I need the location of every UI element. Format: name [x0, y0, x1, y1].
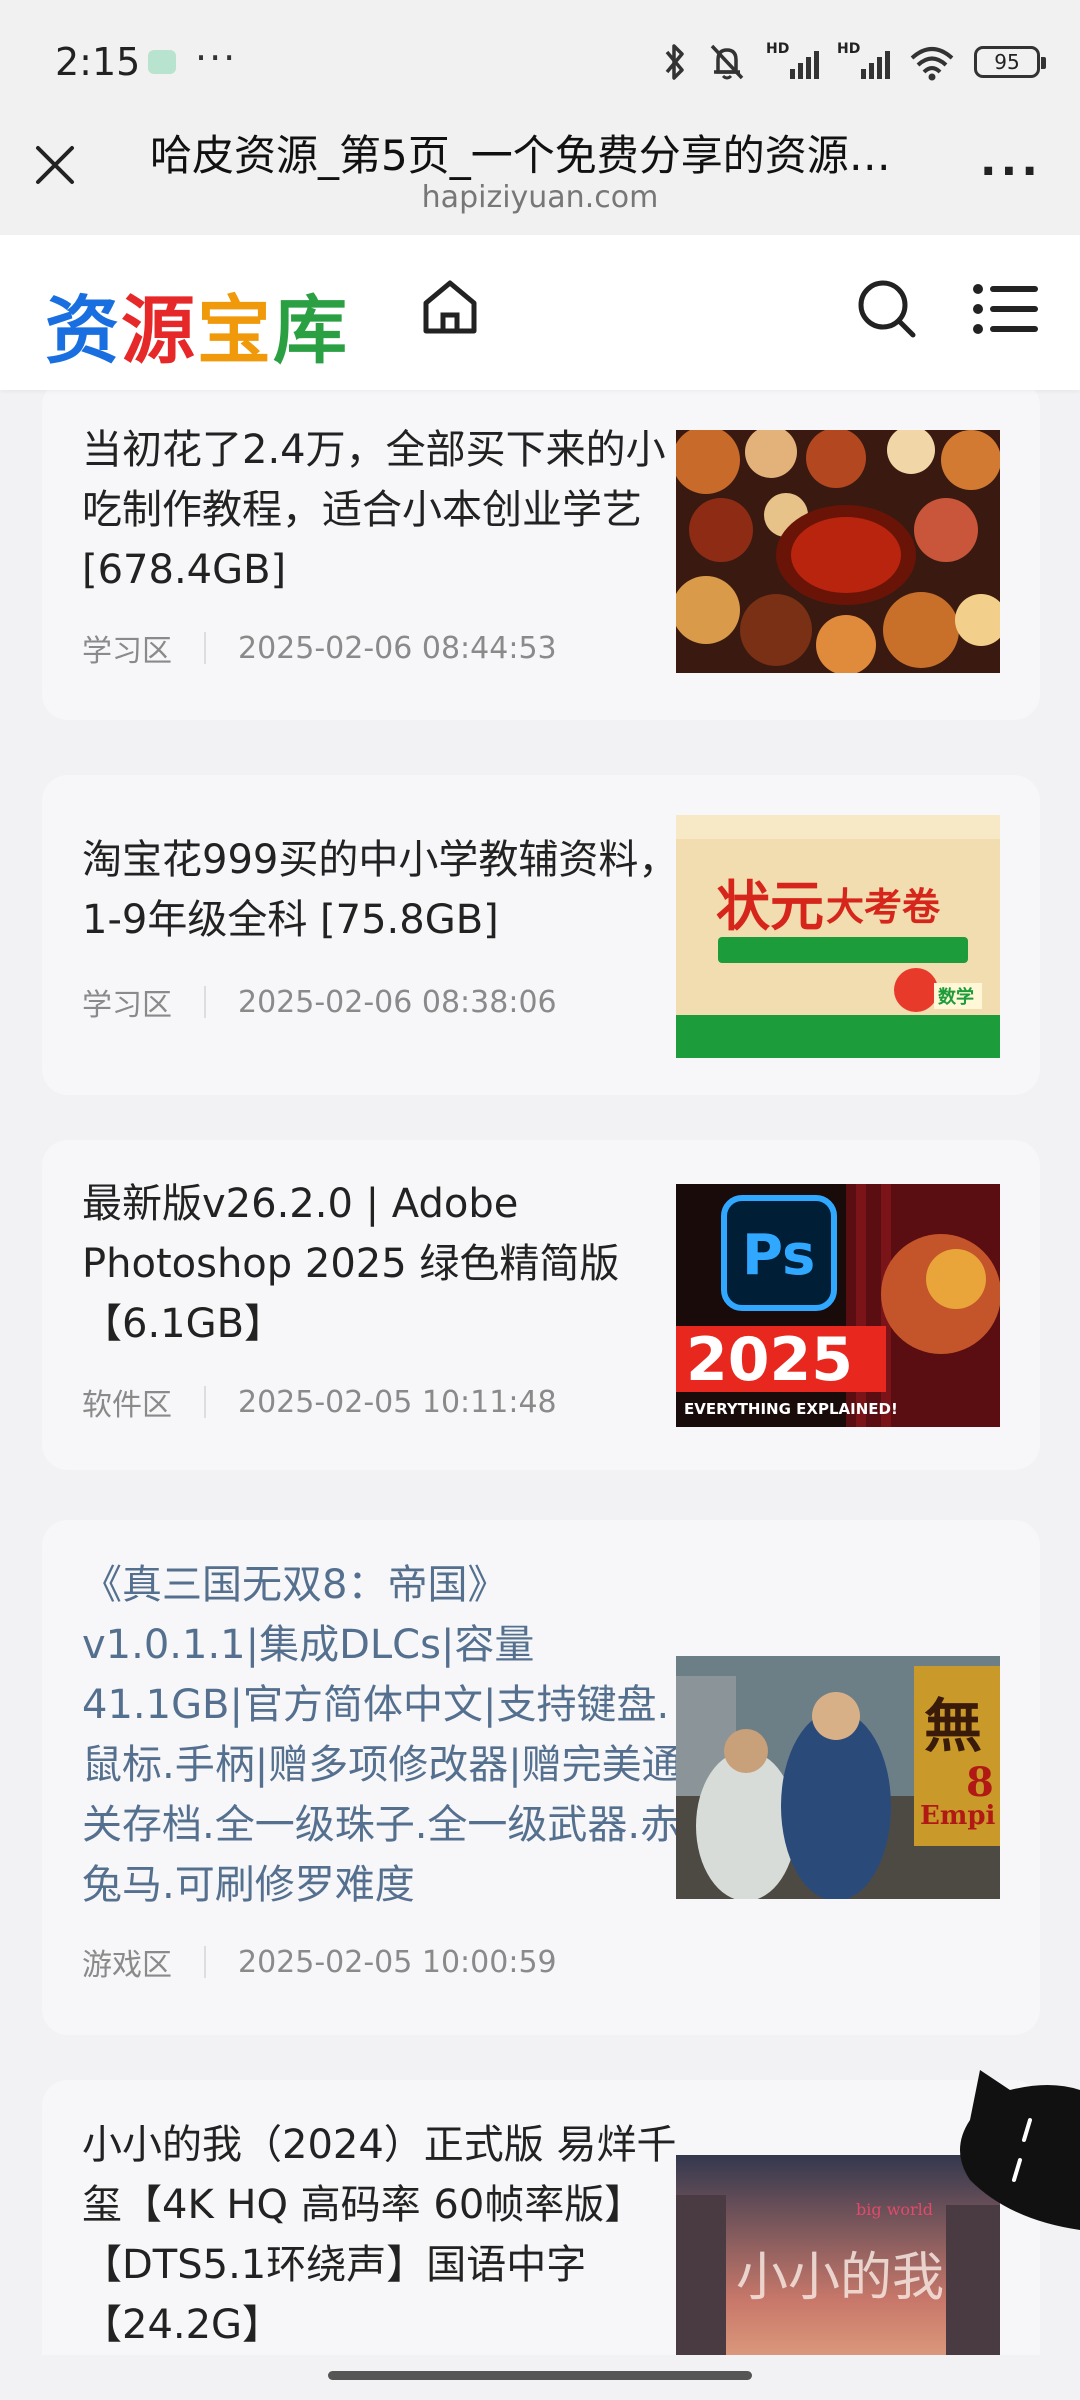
post-card[interactable]: 小小的我（2024）正式版 易烊千玺【4K HQ 高码率 60帧率版】【DTS5… [42, 2080, 1040, 2355]
post-card[interactable]: 《真三国无双8：帝国》v1.0.1.1|集成DLCs|容量41.1GB|官方简体… [42, 1520, 1040, 2035]
post-title[interactable]: 当初花了2.4万，全部买下来的小吃制作教程，适合小本创业学艺 [678.4GB] [82, 420, 682, 600]
post-category[interactable]: 软件区 [82, 1380, 172, 1424]
floating-cat-mascot-icon[interactable] [950, 2050, 1080, 2230]
post-meta: 学习区 2025-02-06 08:38:06 [82, 980, 557, 1024]
logo-char: 库 [273, 288, 349, 374]
post-card[interactable]: 最新版v26.2.0 | Adobe Photoshop 2025 绿色精简版【… [42, 1140, 1040, 1470]
browser-header: 哈皮资源_第5页_一个免费分享的资源网站 hapiziyuan.com ··· [0, 120, 1080, 235]
meta-divider [204, 632, 206, 664]
cover-subtitle: 大考卷 [826, 885, 941, 929]
signal-1-icon: HD [766, 41, 819, 79]
post-date: 2025-02-05 10:11:48 [238, 1384, 557, 1420]
movie-subtitle-text: big world [856, 2200, 933, 2219]
cover-subject: 数学 [938, 986, 974, 1008]
year-text: 2025 [686, 1325, 853, 1395]
browser-more-button[interactable]: ··· [980, 146, 1042, 197]
post-title[interactable]: 最新版v26.2.0 | Adobe Photoshop 2025 绿色精简版【… [82, 1174, 682, 1354]
post-date: 2025-02-05 10:00:59 [238, 1944, 557, 1980]
post-title[interactable]: 淘宝花999买的中小学教辅资料，1-9年级全科 [75.8GB] [82, 830, 682, 950]
textbook-thumbnail[interactable]: 状元 大考卷 数学 [676, 815, 1000, 1058]
post-card[interactable]: 当初花了2.4万，全部买下来的小吃制作教程，适合小本创业学艺 [678.4GB]… [42, 390, 1040, 720]
game-logo-char: 無 [924, 1692, 982, 1760]
post-meta: 软件区 2025-02-05 10:11:48 [82, 1380, 557, 1424]
post-date: 2025-02-06 08:38:06 [238, 984, 557, 1020]
battery-icon: 95 [974, 46, 1046, 78]
status-icons: HD HD 95 [662, 40, 1046, 84]
signal-2-icon: HD [837, 41, 890, 79]
meta-divider [204, 1386, 206, 1418]
post-category[interactable]: 学习区 [82, 980, 172, 1024]
post-title[interactable]: 《真三国无双8：帝国》v1.0.1.1|集成DLCs|容量41.1GB|官方简体… [82, 1555, 682, 1915]
food-thumbnail[interactable] [676, 430, 1000, 673]
game-thumbnail[interactable]: 無 8 Empi [676, 1656, 1000, 1899]
wifi-icon [910, 47, 954, 81]
notification-app-icon [148, 50, 176, 74]
site-logo[interactable]: 资源宝库 [45, 271, 349, 378]
post-meta: 学习区 2025-02-06 08:44:53 [82, 626, 557, 670]
movie-title-text: 小小的我 [736, 2248, 944, 2308]
mute-icon [710, 44, 744, 80]
site-header: 资源宝库 [0, 235, 1080, 390]
page-title: 哈皮资源_第5页_一个免费分享的资源网站 [150, 131, 930, 180]
meta-divider [204, 986, 206, 1018]
menu-list-icon[interactable] [970, 277, 1040, 341]
home-indicator[interactable] [328, 2371, 752, 2380]
status-bar: 2:15 ··· HD HD 95 [0, 0, 1080, 120]
home-icon[interactable] [418, 275, 482, 339]
photoshop-thumbnail[interactable]: Ps 2025 EVERYTHING EXPLAINED! [676, 1184, 1000, 1427]
status-time: 2:15 [55, 40, 141, 84]
post-meta: 游戏区 2025-02-05 10:00:59 [82, 1940, 557, 1984]
post-list: 当初花了2.4万，全部买下来的小吃制作教程，适合小本创业学艺 [678.4GB]… [0, 390, 1080, 2355]
cover-title: 状元 [716, 875, 824, 938]
bluetooth-icon [665, 44, 684, 80]
ps-logo-text: Ps [742, 1223, 815, 1288]
post-date: 2025-02-06 08:44:53 [238, 630, 557, 666]
page-domain: hapiziyuan.com [421, 180, 659, 215]
cover-caption: EVERYTHING EXPLAINED! [684, 1400, 898, 1418]
post-category[interactable]: 游戏区 [82, 1940, 172, 1984]
game-logo-number: 8 [966, 1759, 994, 1806]
logo-char: 资 [45, 288, 121, 374]
logo-char: 宝 [197, 288, 273, 374]
search-icon[interactable] [855, 277, 919, 341]
post-title[interactable]: 小小的我（2024）正式版 易烊千玺【4K HQ 高码率 60帧率版】【DTS5… [82, 2115, 682, 2355]
game-logo-word: Empi [920, 1801, 996, 1831]
logo-char: 源 [121, 288, 197, 374]
post-category[interactable]: 学习区 [82, 626, 172, 670]
more-notifications-icon: ··· [195, 36, 238, 80]
meta-divider [204, 1946, 206, 1978]
post-card[interactable]: 淘宝花999买的中小学教辅资料，1-9年级全科 [75.8GB] 学习区 202… [42, 775, 1040, 1095]
